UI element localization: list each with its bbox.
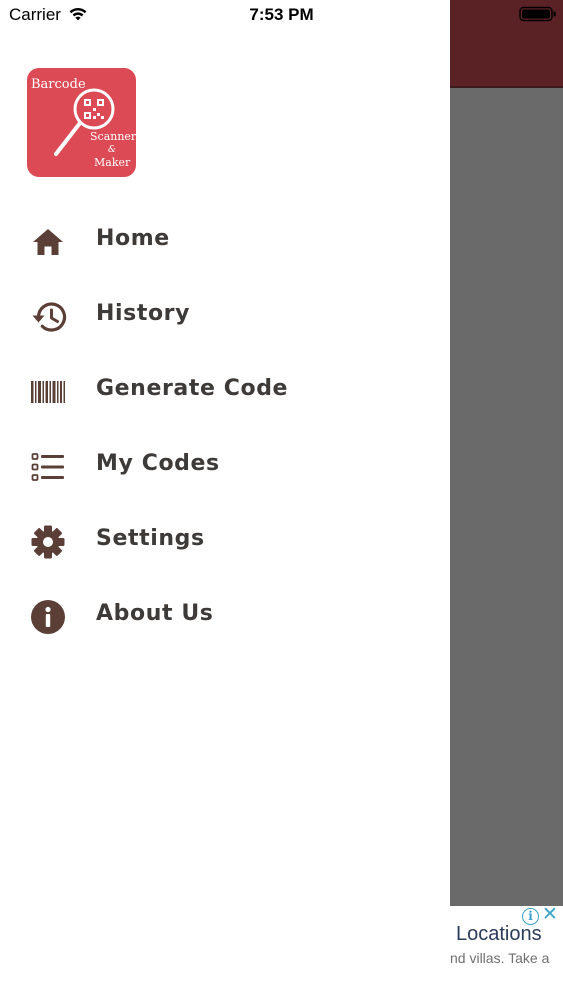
menu-item-settings[interactable]: Settings [0,503,450,578]
status-time: 7:53 PM [249,5,314,24]
barcode-icon [29,373,67,411]
menu-item-my-codes[interactable]: My Codes [0,428,450,503]
menu-item-history[interactable]: History [0,278,450,353]
menu-label-history: History [96,301,191,326]
list-icon [29,448,67,486]
menu-label-about-us: About Us [96,601,214,626]
ad-close-icon[interactable]: ✕ [542,906,558,925]
ad-title: Locations [456,923,542,945]
menu-label-generate-code: Generate Code [96,376,289,401]
logo-text-scanner: Scanner [90,130,136,143]
gear-icon [29,523,67,561]
history-icon [29,298,67,336]
menu-label-my-codes: My Codes [96,451,220,476]
status-bar: Carrier 7:53 PM [0,0,563,30]
menu-item-generate-code[interactable]: Generate Code [0,353,450,428]
ad-subtitle: nd villas. Take a [450,950,550,966]
battery-icon [519,6,556,22]
info-icon [29,598,67,636]
logo-text-maker: Maker [94,156,131,169]
logo-text-barcode: Barcode [31,77,86,92]
menu-item-home[interactable]: Home [0,203,450,278]
menu-label-settings: Settings [96,526,205,551]
home-icon [29,223,67,261]
app-logo: Barcode Scanner & Maker [27,68,136,177]
menu-label-home: Home [96,226,170,251]
menu-item-about-us[interactable]: About Us [0,578,450,653]
logo-text-ampersand: & [108,145,117,155]
navigation-drawer: Barcode Scanner & Maker Home History Gen… [0,0,450,1000]
ad-banner[interactable]: i ✕ Locations nd villas. Take a [450,906,563,1000]
